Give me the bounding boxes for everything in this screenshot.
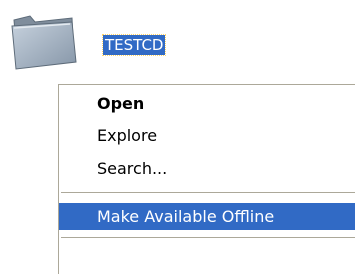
menu-item-explore[interactable]: Explore xyxy=(59,122,355,149)
folder-icon[interactable] xyxy=(8,12,80,70)
context-menu: Open Explore Search... Make Available Of… xyxy=(58,84,355,274)
menu-item-open[interactable]: Open xyxy=(59,90,355,117)
menu-item-make-available-offline[interactable]: Make Available Offline xyxy=(59,203,355,230)
folder-label[interactable]: TESTCD xyxy=(101,34,167,56)
menu-separator xyxy=(61,192,355,193)
menu-separator xyxy=(61,237,355,238)
menu-item-search[interactable]: Search... xyxy=(59,155,355,182)
